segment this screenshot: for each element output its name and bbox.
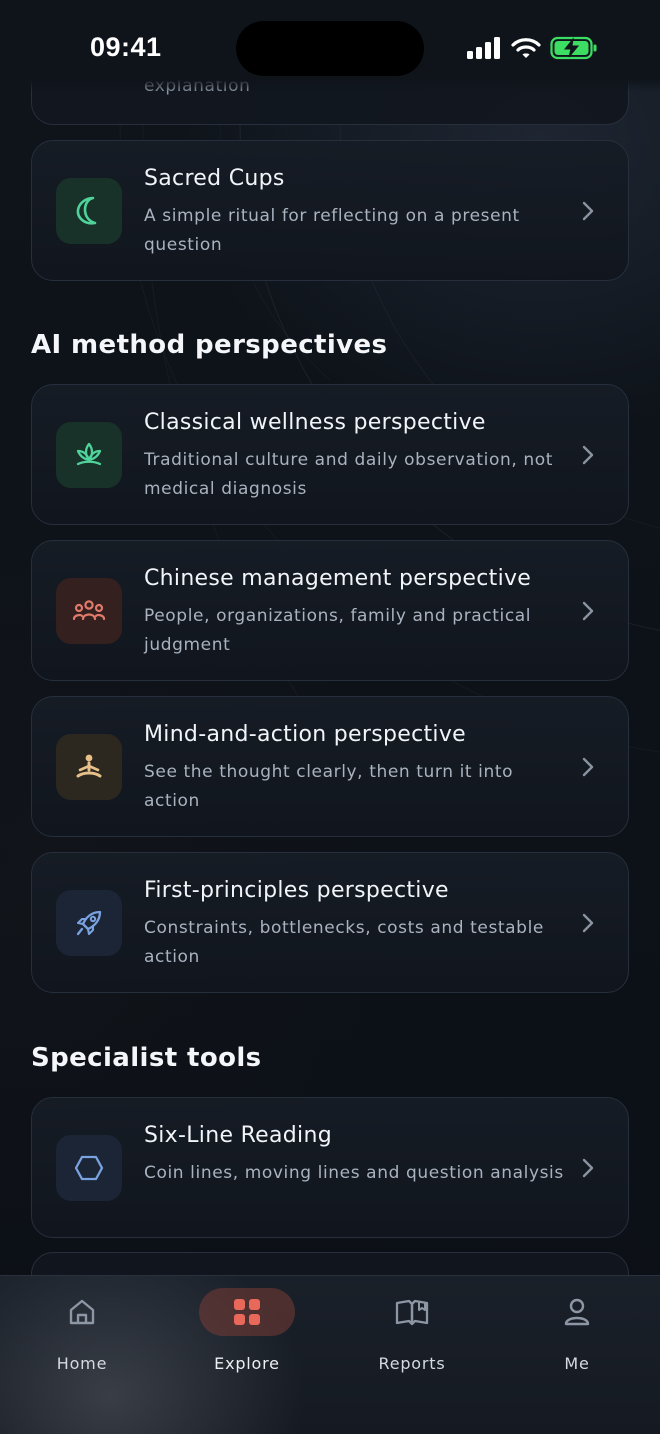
battery-charging-icon [550, 36, 597, 60]
home-icon [34, 1288, 130, 1336]
wifi-icon [511, 38, 541, 58]
chevron-right-icon [582, 445, 594, 465]
card-description: See the thought clearly, then turn it in… [144, 762, 514, 811]
card-title: Classical wellness perspective [144, 410, 486, 435]
tab-label: Explore [214, 1354, 280, 1373]
lotus-icon [56, 422, 122, 488]
card-description: Traditional culture and daily observatio… [144, 450, 553, 499]
tab-label: Reports [378, 1354, 446, 1373]
hexagon-icon [56, 1135, 122, 1201]
card-title: Sacred Cups [144, 166, 285, 191]
section-title-ai-methods: AI method perspectives [31, 330, 388, 360]
tab-label: Me [564, 1354, 590, 1373]
chevron-right-icon [582, 1158, 594, 1178]
scroll-content[interactable]: explanation Sacred Cups A simple ritual … [0, 0, 660, 1434]
card-title: Chinese management perspective [144, 566, 532, 591]
card-description: People, organizations, family and practi… [144, 606, 532, 655]
rocket-icon [56, 890, 122, 956]
status-icons [466, 34, 598, 62]
card-chinese-management[interactable]: Chinese management perspective People, o… [31, 540, 629, 681]
cellular-signal-icon [467, 37, 500, 59]
explore-screen: explanation Sacred Cups A simple ritual … [0, 0, 660, 1434]
card-title: Mind-and-action perspective [144, 722, 466, 747]
people-group-icon [56, 578, 122, 644]
open-book-icon [364, 1288, 460, 1336]
card-six-line-reading[interactable]: Six-Line Reading Coin lines, moving line… [31, 1097, 629, 1238]
card-mind-and-action[interactable]: Mind-and-action perspective See the thou… [31, 696, 629, 837]
card-title: First-principles perspective [144, 878, 449, 903]
tab-me[interactable]: Me [512, 1288, 642, 1378]
card-description: Coin lines, moving lines and question an… [144, 1163, 564, 1183]
chevron-right-icon [582, 601, 594, 621]
card-description: Constraints, bottlenecks, costs and test… [144, 918, 544, 967]
tab-reports[interactable]: Reports [347, 1288, 477, 1378]
card-description: A simple ritual for reflecting on a pres… [144, 206, 520, 255]
crescent-moon-icon [56, 178, 122, 244]
chevron-right-icon [582, 201, 594, 221]
grid-icon [199, 1288, 295, 1336]
dynamic-island [236, 21, 424, 76]
status-bar: 09:41 [0, 0, 660, 96]
tab-bar: Home Explore Reports Me [0, 1275, 660, 1434]
tab-label: Home [56, 1354, 108, 1373]
meditation-icon [56, 734, 122, 800]
chevron-right-icon [582, 913, 594, 933]
card-first-principles[interactable]: First-principles perspective Constraints… [31, 852, 629, 993]
section-title-specialist-tools: Specialist tools [31, 1043, 262, 1073]
chevron-right-icon [582, 757, 594, 777]
status-time: 09:41 [90, 32, 162, 62]
person-icon [529, 1288, 625, 1336]
card-classical-wellness[interactable]: Classical wellness perspective Tradition… [31, 384, 629, 525]
card-sacred-cups[interactable]: Sacred Cups A simple ritual for reflecti… [31, 140, 629, 281]
tab-home[interactable]: Home [17, 1288, 147, 1378]
tab-explore[interactable]: Explore [182, 1288, 312, 1378]
card-title: Six-Line Reading [144, 1123, 332, 1148]
